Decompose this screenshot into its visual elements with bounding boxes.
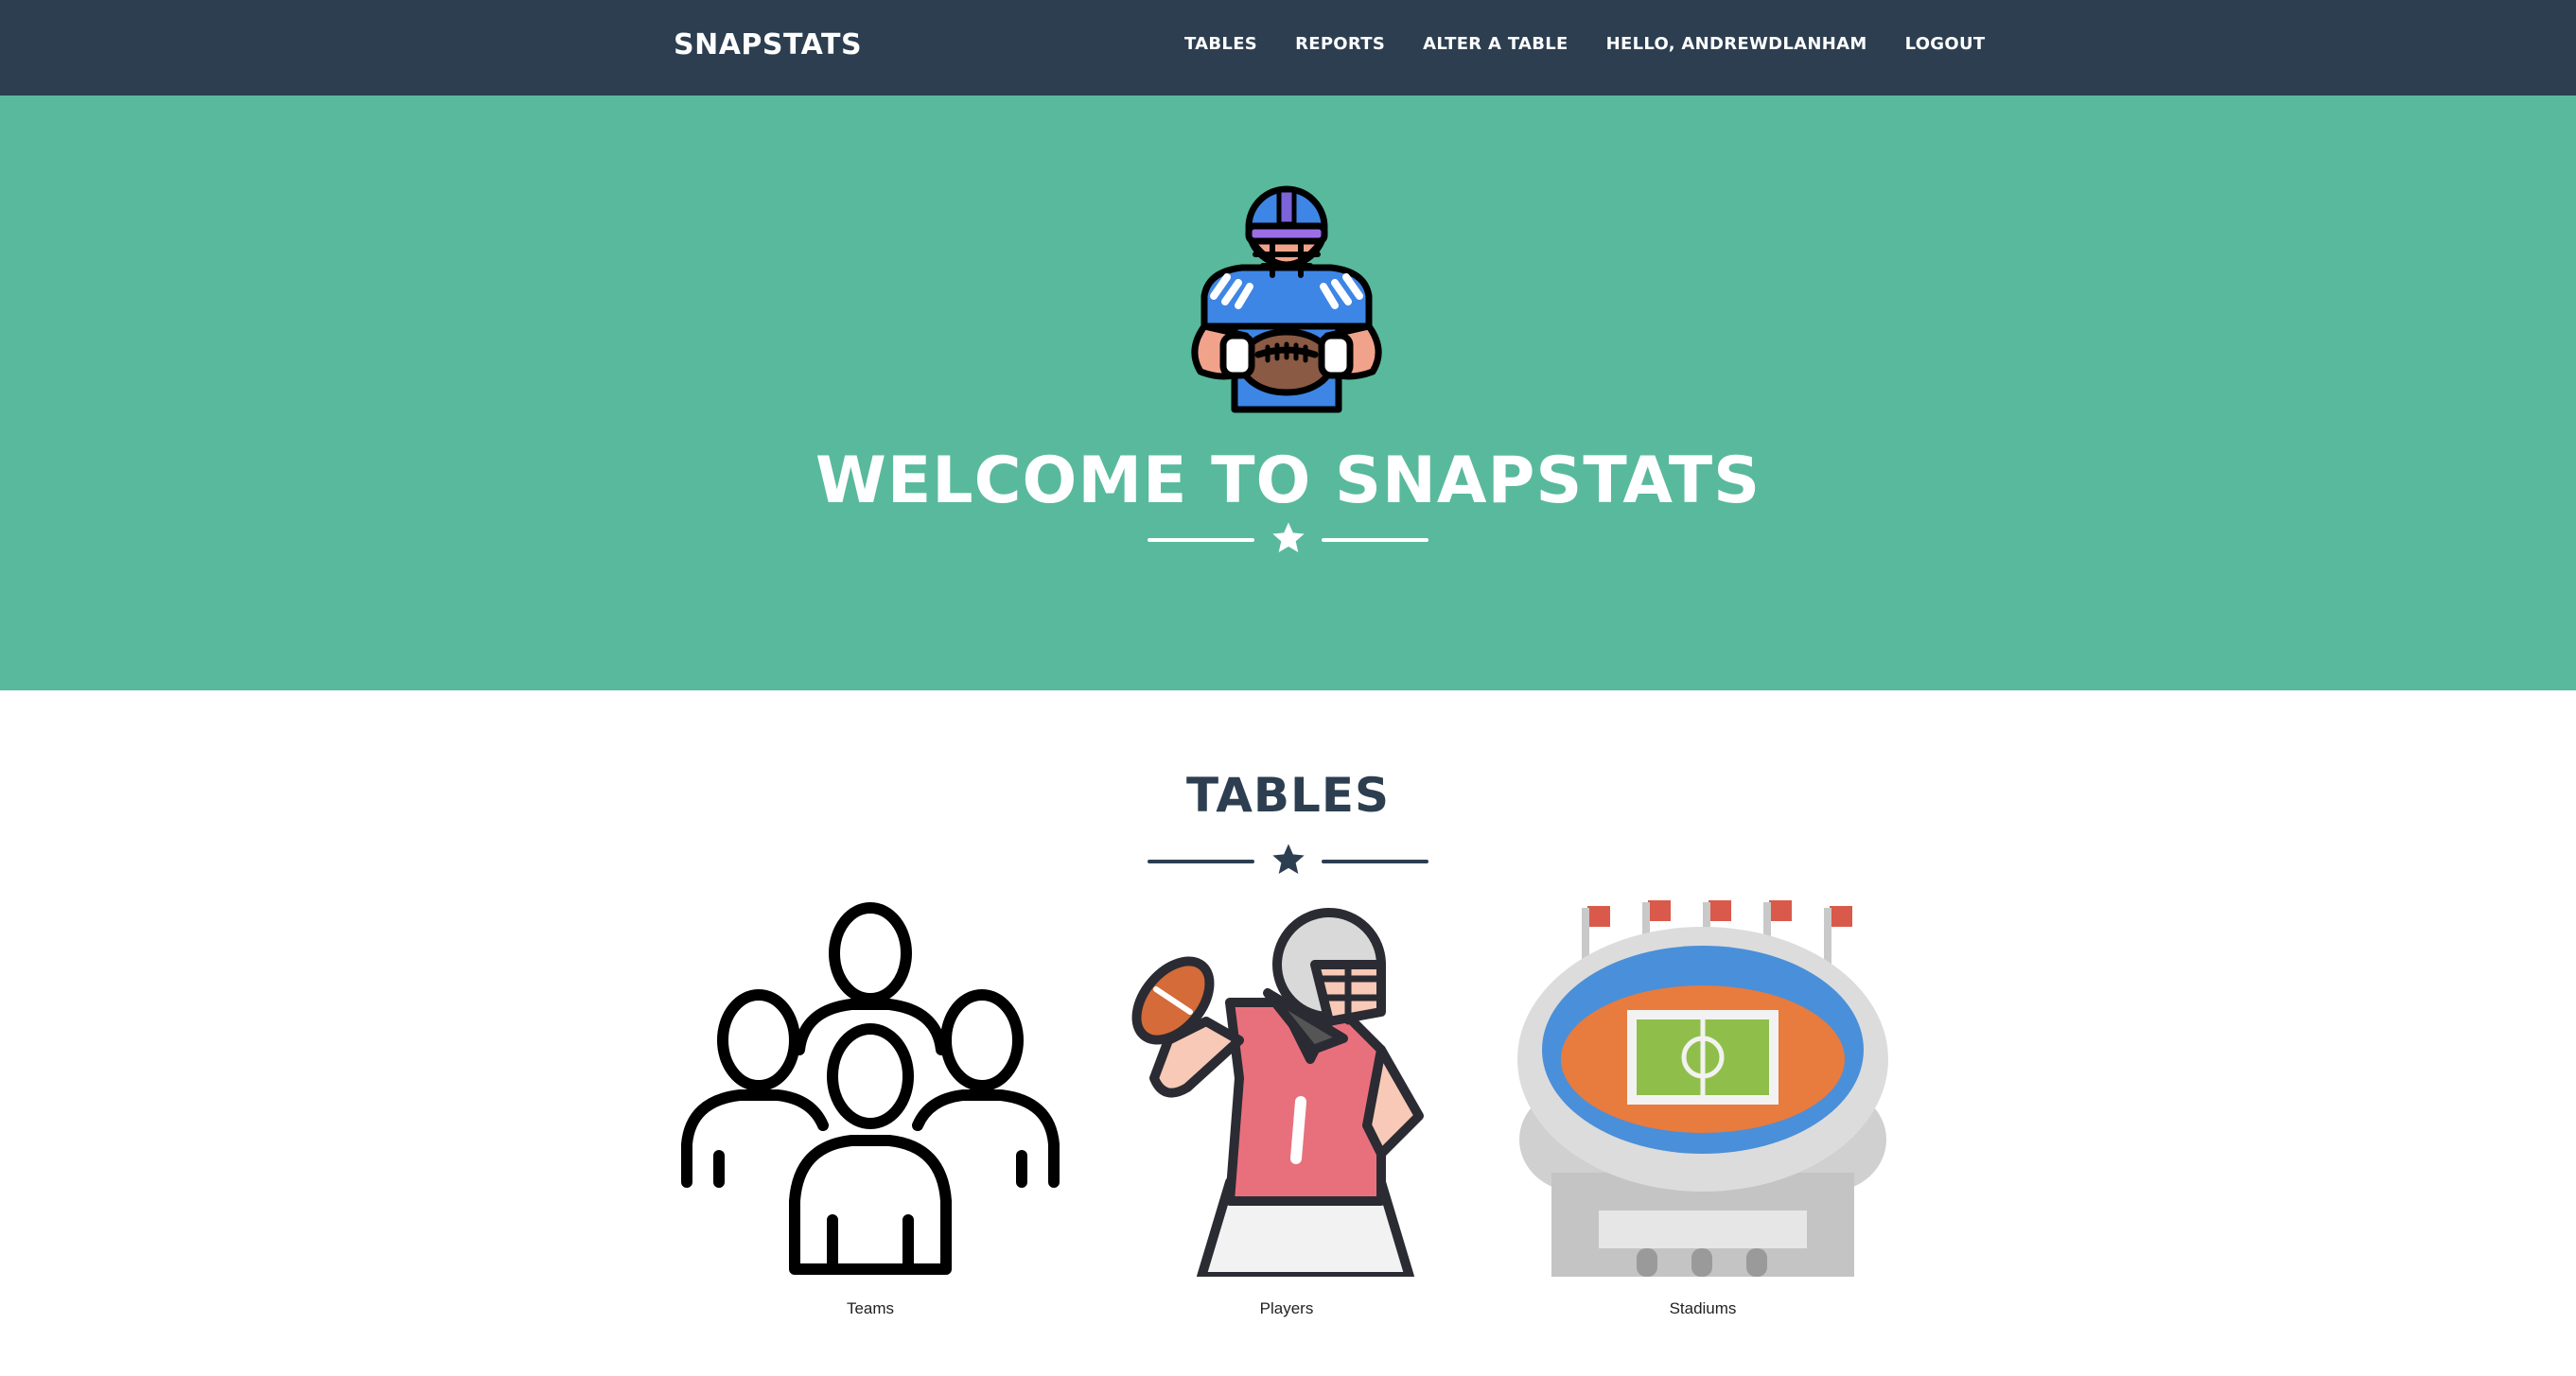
masthead-title: WELCOME TO SNAPSTATS	[815, 444, 1761, 518]
tables-divider	[1148, 841, 1428, 882]
divider-line-right	[1322, 860, 1428, 863]
table-card-players[interactable]: Players	[1088, 898, 1485, 1324]
tables-section-title: TABLES	[1185, 768, 1391, 823]
quarterback-icon	[1131, 908, 1424, 1277]
team-group-icon	[681, 902, 1060, 1275]
nav-link-user-greeting[interactable]: HELLO, ANDREWDLANHAM	[1606, 34, 1867, 54]
football-player-holding-ball-icon	[1191, 185, 1382, 413]
divider-line-left	[1148, 860, 1254, 863]
divider-line-right	[1322, 538, 1428, 542]
navbar: SNAPSTATS TABLES REPORTS ALTER A TABLE H…	[0, 0, 2576, 96]
table-card-teams[interactable]: Teams	[672, 898, 1069, 1324]
table-card-stadiums[interactable]: Stadiums	[1504, 898, 1901, 1324]
stadium-icon	[1517, 900, 1888, 1277]
masthead-divider	[1148, 519, 1428, 561]
brand-logo-link[interactable]: SNAPSTATS	[674, 28, 862, 61]
table-card-label: Teams	[846, 1299, 895, 1317]
star-icon	[1272, 522, 1305, 552]
divider-line-left	[1148, 538, 1254, 542]
nav-links: TABLES REPORTS ALTER A TABLE HELLO, ANDR…	[1184, 34, 2023, 54]
masthead: WELCOME TO SNAPSTATS	[0, 96, 2576, 690]
table-card-label: Players	[1259, 1299, 1314, 1317]
nav-link-tables[interactable]: TABLES	[1184, 34, 1257, 54]
nav-link-reports[interactable]: REPORTS	[1295, 34, 1385, 54]
star-icon	[1272, 844, 1305, 874]
nav-link-logout[interactable]: LOGOUT	[1905, 34, 1986, 54]
nav-link-alter-a-table[interactable]: ALTER A TABLE	[1423, 34, 1568, 54]
table-card-label: Stadiums	[1669, 1299, 1737, 1317]
